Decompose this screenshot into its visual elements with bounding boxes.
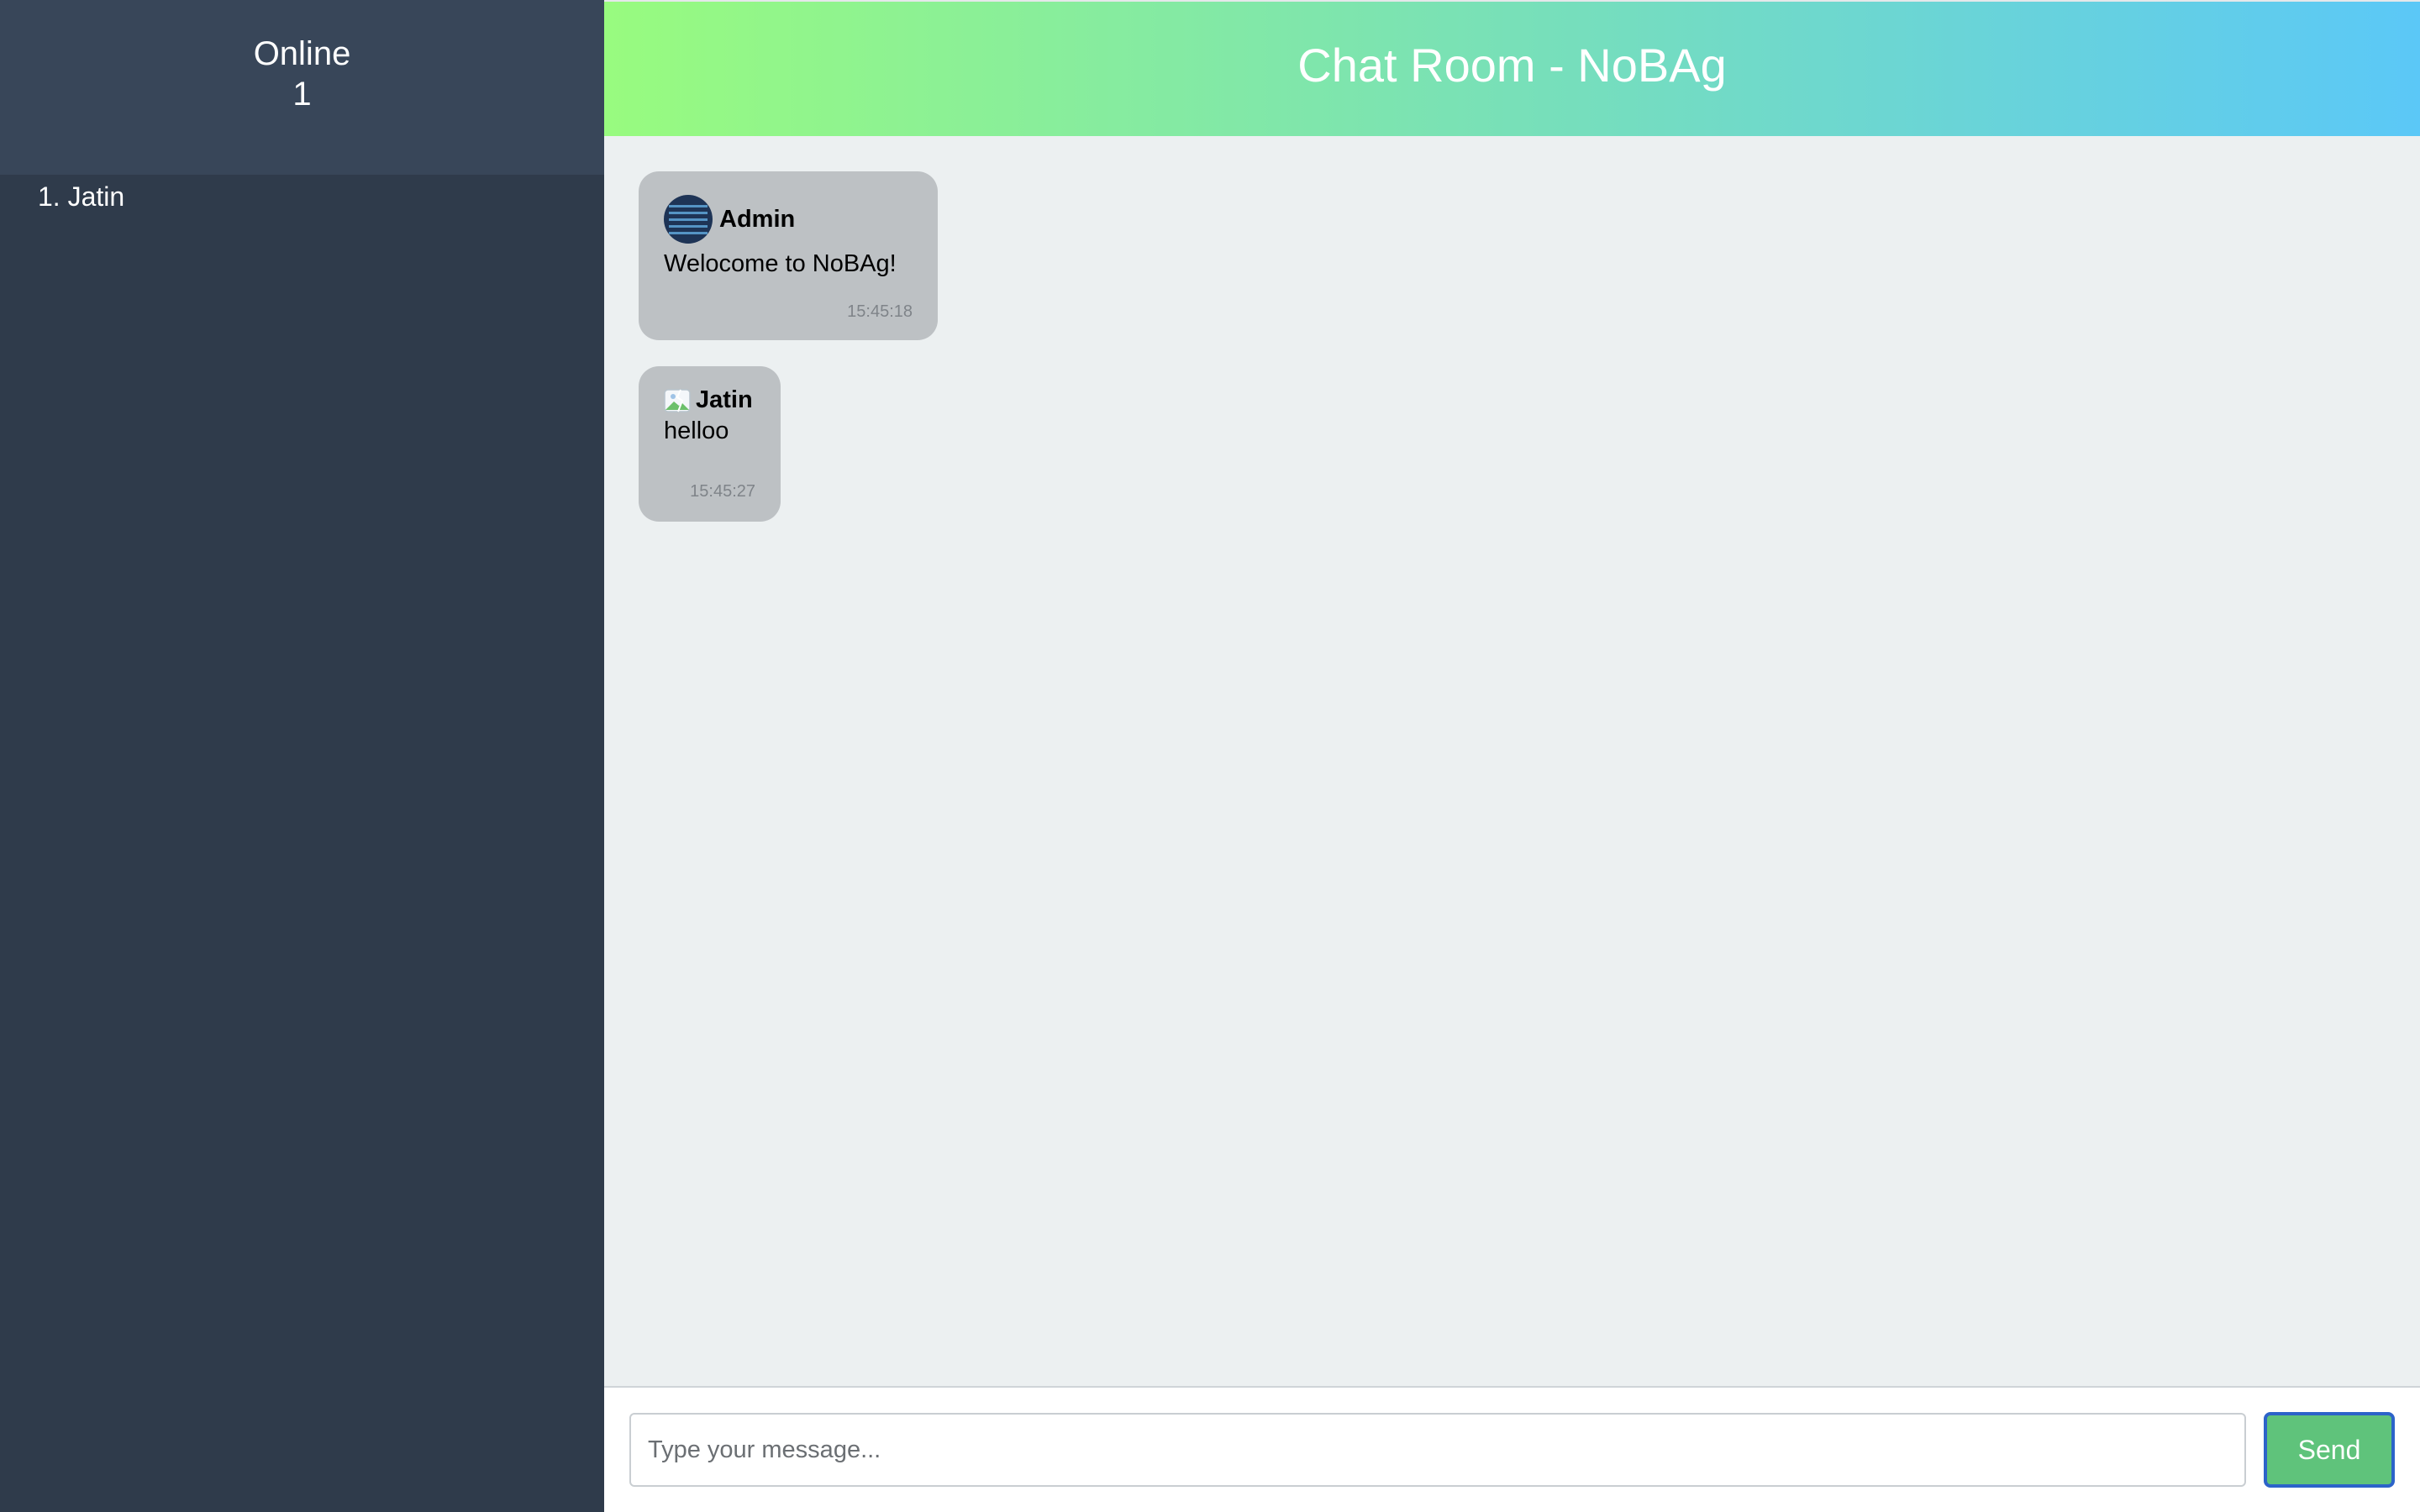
chat-header: Chat Room - NoBAg: [604, 0, 2420, 136]
message-sender: Admin: [719, 205, 796, 233]
online-sidebar: Online 1 1. Jatin: [0, 0, 604, 1512]
online-header: Online 1: [0, 0, 604, 175]
broken-image-icon: [664, 388, 691, 412]
admin-avatar-icon: [664, 195, 713, 244]
message-text: helloo: [664, 417, 729, 444]
message-sender: Jatin: [696, 386, 753, 413]
message-list[interactable]: Admin Welocome to NoBAg! 15:45:18 Jatin …: [604, 136, 2420, 1386]
chat-room-title: Chat Room - NoBAg: [1297, 38, 1727, 92]
online-user-item[interactable]: 1. Jatin: [0, 175, 604, 213]
message-text: Welocome to NoBAg!: [664, 250, 897, 277]
message-header: Jatin: [664, 386, 755, 414]
message-timestamp: 15:45:18: [847, 302, 913, 321]
message-bubble: Jatin helloo 15:45:27: [639, 366, 781, 522]
online-user-list: 1. Jatin: [0, 175, 604, 213]
message-input[interactable]: [629, 1413, 2246, 1487]
message-bubble: Admin Welocome to NoBAg! 15:45:18: [639, 171, 938, 340]
chat-main: Chat Room - NoBAg Admin Welocome to NoBA…: [604, 0, 2420, 1512]
message-header: Admin: [664, 195, 913, 244]
message-timestamp: 15:45:27: [690, 482, 755, 501]
send-button[interactable]: Send: [2264, 1412, 2395, 1488]
online-count: 1: [292, 76, 312, 113]
online-title: Online: [253, 35, 351, 72]
message-composer: Send: [604, 1386, 2420, 1512]
